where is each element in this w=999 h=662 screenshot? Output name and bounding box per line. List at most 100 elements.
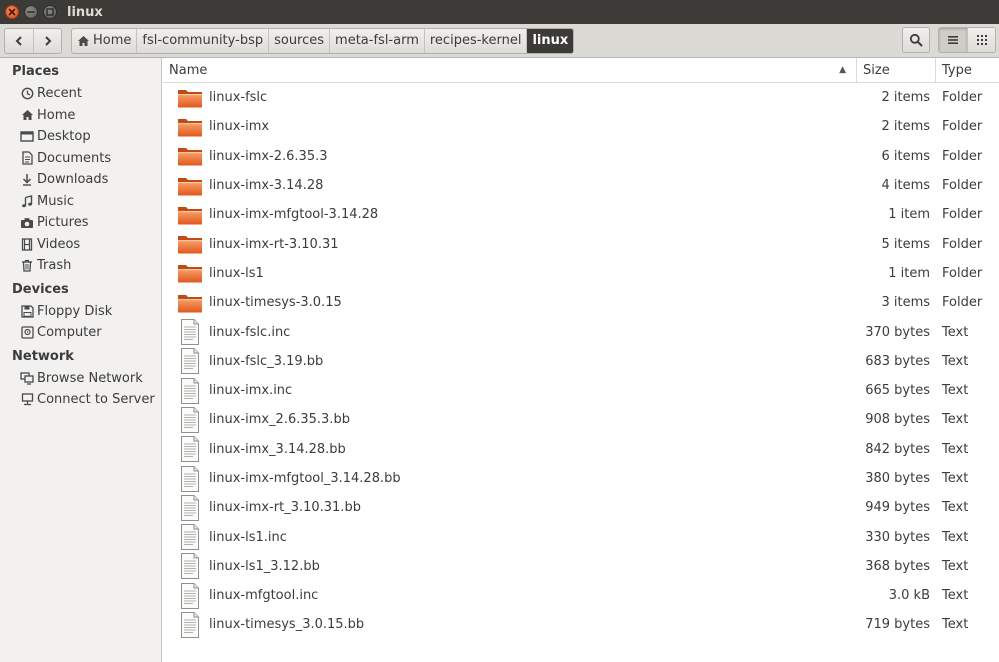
trash-icon	[20, 259, 34, 273]
forward-button[interactable]	[33, 28, 61, 53]
maximize-window-button[interactable]	[43, 5, 57, 19]
file-size: 1 item	[888, 265, 930, 281]
close-icon	[8, 8, 16, 16]
breadcrumb-sources[interactable]: sources	[268, 28, 329, 53]
file-name: linux-ls1.inc	[209, 529, 287, 545]
file-name: linux-fslc_3.19.bb	[209, 353, 324, 369]
file-row[interactable]: linux-mfgtool.inc 3.0 kB Text	[163, 581, 999, 610]
file-row[interactable]: linux-ls1_3.12.bb 368 bytes Text	[163, 552, 999, 581]
file-name: linux-fslc.inc	[209, 324, 291, 340]
sidebar-item-connect-to-server[interactable]: Connect to Server	[0, 389, 161, 411]
music-icon	[20, 194, 34, 208]
text-file-icon	[177, 611, 203, 638]
file-row[interactable]: linux-imx_3.14.28.bb 842 bytes Text	[163, 435, 999, 464]
file-row[interactable]: linux-imx-rt_3.10.31.bb 949 bytes Text	[163, 493, 999, 522]
file-name-cell: linux-fslc_3.19.bb	[163, 348, 857, 375]
toolbar: Home fsl-community-bsp sources meta-fsl-…	[0, 24, 999, 58]
breadcrumb-recipes-kernel[interactable]: recipes-kernel	[423, 28, 527, 53]
column-header-type[interactable]: Type	[936, 58, 999, 83]
file-row[interactable]: linux-imx-mfgtool-3.14.28 1 item Folder	[163, 200, 999, 229]
maximize-icon	[46, 8, 54, 16]
file-row[interactable]: linux-imx-3.14.28 4 items Folder	[163, 171, 999, 200]
sidebar-item-pictures[interactable]: Pictures	[0, 212, 161, 234]
file-name-cell: linux-timesys-3.0.15	[163, 290, 857, 316]
file-type: Folder	[942, 90, 983, 106]
list-view-button[interactable]	[939, 28, 967, 52]
home-icon	[78, 35, 89, 46]
file-row[interactable]: linux-ls1.inc 330 bytes Text	[163, 522, 999, 551]
breadcrumb-linux[interactable]: linux	[526, 28, 574, 53]
file-name-cell: linux-mfgtool.inc	[163, 582, 857, 609]
file-name-cell: linux-fslc	[163, 85, 857, 111]
file-row[interactable]: linux-fslc 2 items Folder	[163, 83, 999, 112]
file-row[interactable]: linux-timesys-3.0.15 3 items Folder	[163, 288, 999, 317]
sidebar-item-home[interactable]: Home	[0, 105, 161, 127]
text-file-icon	[177, 377, 203, 404]
file-row[interactable]: linux-fslc_3.19.bb 683 bytes Text	[163, 347, 999, 376]
file-row[interactable]: linux-fslc.inc 370 bytes Text	[163, 317, 999, 346]
file-name: linux-fslc	[209, 90, 268, 106]
sidebar-item-desktop[interactable]: Desktop	[0, 126, 161, 148]
file-size: 380 bytes	[865, 471, 930, 486]
breadcrumb-home[interactable]: Home	[72, 29, 136, 53]
minimize-window-button[interactable]	[24, 5, 38, 19]
sidebar-item-music[interactable]: Music	[0, 191, 161, 213]
column-header-name[interactable]: Name ▲	[163, 58, 857, 83]
sidebar-item-downloads[interactable]: Downloads	[0, 169, 161, 191]
file-name-cell: linux-imx-rt-3.10.31	[163, 231, 857, 257]
window-title: linux	[67, 4, 103, 20]
sidebar-item-trash[interactable]: Trash	[0, 255, 161, 277]
file-type: Folder	[942, 236, 983, 252]
minimize-icon	[27, 11, 35, 13]
breadcrumb-meta-fsl-arm[interactable]: meta-fsl-arm	[329, 28, 424, 53]
file-name-cell: linux-imx.inc	[163, 377, 857, 404]
file-row[interactable]: linux-imx-2.6.35.3 6 items Folder	[163, 142, 999, 171]
file-size: 4 items	[881, 178, 930, 194]
folder-icon	[177, 231, 203, 257]
file-row[interactable]: linux-imx-rt-3.10.31 5 items Folder	[163, 229, 999, 258]
text-file-icon	[177, 436, 203, 463]
sidebar-item-floppy-disk[interactable]: Floppy Disk	[0, 301, 161, 323]
file-row[interactable]: linux-timesys_3.0.15.bb 719 bytes Text	[163, 610, 999, 639]
back-button[interactable]	[5, 29, 33, 53]
sidebar-item-label: Computer	[37, 325, 102, 341]
sidebar-item-label: Home	[37, 107, 76, 123]
sidebar-item-recent[interactable]: Recent	[0, 83, 161, 105]
list-icon	[948, 36, 958, 44]
search-button[interactable]	[902, 27, 930, 53]
file-type: Text	[942, 529, 969, 545]
file-name: linux-ls1	[209, 265, 264, 281]
file-name: linux-mfgtool.inc	[209, 588, 319, 604]
column-header-size[interactable]: Size	[857, 58, 936, 83]
close-window-button[interactable]	[5, 5, 19, 19]
breadcrumb: Home fsl-community-bsp sources meta-fsl-…	[71, 27, 575, 54]
file-type: Text	[942, 441, 969, 457]
file-size: 330 bytes	[865, 529, 930, 545]
file-row[interactable]: linux-imx_2.6.35.3.bb 908 bytes Text	[163, 405, 999, 434]
file-name-cell: linux-fslc.inc	[163, 319, 857, 346]
grid-view-button[interactable]	[967, 28, 995, 52]
breadcrumb-label: Home	[93, 33, 132, 48]
file-row[interactable]: linux-imx-mfgtool_3.14.28.bb 380 bytes Tex…	[163, 464, 999, 493]
sidebar-item-computer[interactable]: Computer	[0, 322, 161, 344]
file-name-cell: linux-ls1_3.12.bb	[163, 553, 857, 580]
sidebar-item-label: Downloads	[37, 172, 109, 188]
file-type: Text	[942, 412, 969, 428]
network-header: Network	[12, 348, 74, 364]
file-name-cell: linux-ls1.inc	[163, 524, 857, 551]
file-row[interactable]: linux-imx 2 items Folder	[163, 112, 999, 141]
file-name-cell: linux-imx-3.14.28	[163, 173, 857, 199]
film-icon	[20, 237, 34, 251]
sidebar-item-documents[interactable]: Documents	[0, 148, 161, 170]
sidebar-item-label: Connect to Server	[37, 392, 155, 408]
file-row[interactable]: linux-imx.inc 665 bytes Text	[163, 376, 999, 405]
breadcrumb-fsl-community-bsp[interactable]: fsl-community-bsp	[136, 28, 268, 53]
sidebar-item-browse-network[interactable]: Browse Network	[0, 368, 161, 390]
folder-icon	[177, 260, 203, 286]
file-row[interactable]: linux-ls1 1 item Folder	[163, 259, 999, 288]
file-name: linux-imx-mfgtool-3.14.28	[209, 207, 379, 223]
home-icon	[20, 108, 34, 122]
folder-icon	[177, 202, 203, 228]
sidebar-item-videos[interactable]: Videos	[0, 234, 161, 256]
file-name: linux-timesys_3.0.15.bb	[209, 617, 365, 633]
